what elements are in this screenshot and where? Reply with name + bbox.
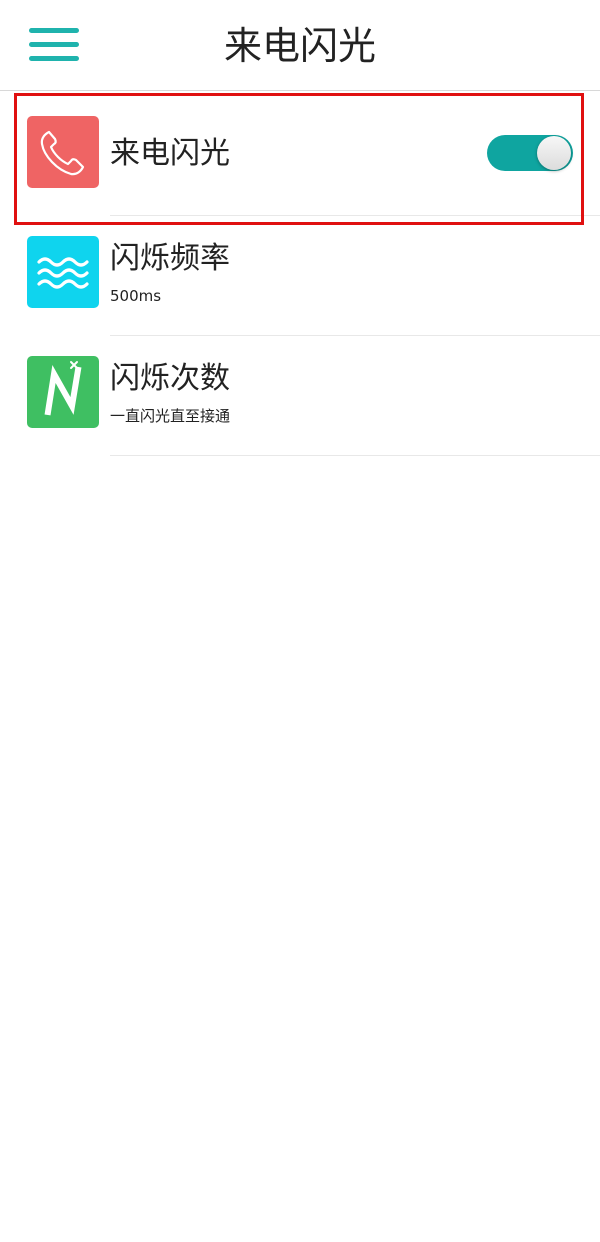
list-item-flash-count[interactable]: 闪烁次数 一直闪光直至接通 — [0, 336, 600, 456]
setting-value: 一直闪光直至接通 — [110, 407, 231, 425]
list-item-flash-frequency[interactable]: 闪烁频率 500ms — [0, 216, 600, 336]
call-flash-toggle[interactable] — [487, 135, 573, 171]
setting-title: 闪烁频率 — [110, 241, 230, 276]
setting-value: 500ms — [110, 287, 162, 305]
page-title: 来电闪光 — [223, 24, 376, 68]
phone-icon — [27, 116, 99, 188]
letter-n-icon — [27, 356, 99, 428]
divider — [110, 455, 600, 456]
waves-icon — [27, 236, 99, 308]
app-screen: 来电闪光 来电闪光 闪烁频率 500ms 闪烁次数 一直闪光直至接通 — [0, 0, 600, 1242]
setting-title: 来电闪光 — [110, 136, 230, 171]
top-app-bar: 来电闪光 — [0, 0, 600, 91]
setting-title: 闪烁次数 — [110, 361, 230, 396]
toggle-knob — [537, 136, 571, 170]
